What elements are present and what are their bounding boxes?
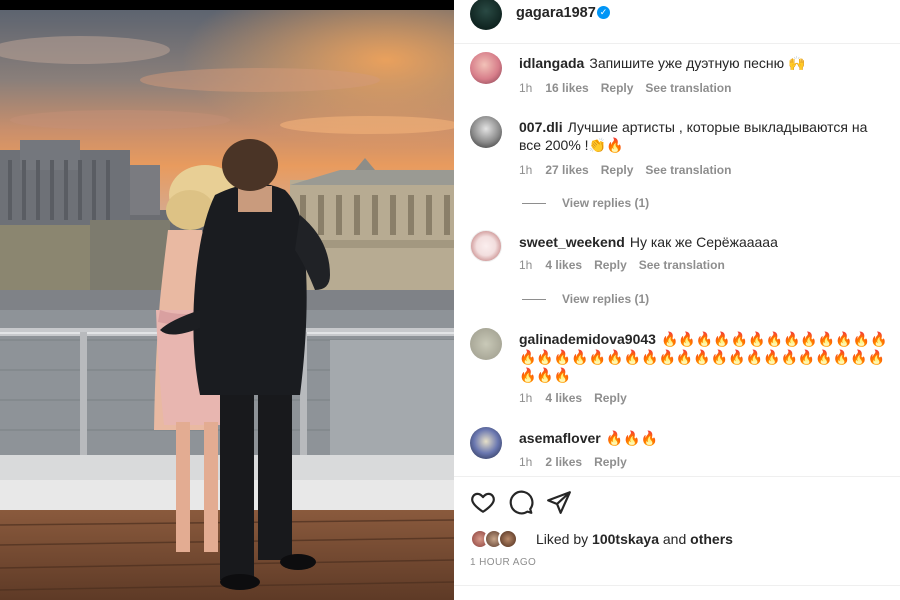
replies-divider [522,203,546,205]
author-avatar[interactable] [470,0,502,30]
see-translation-button[interactable]: See translation [645,163,731,177]
comment-time: 1h [519,258,533,272]
commenter-avatar[interactable] [470,230,502,262]
liked-by-conj: and [662,531,687,547]
commenter-username[interactable]: asemaflover [519,430,601,446]
comment-time: 1h [519,455,533,469]
post-header: gagara1987 ✓ [454,0,900,44]
comment-likes[interactable]: 2 likes [545,455,582,469]
author-username[interactable]: gagara1987 [516,5,596,21]
liked-by-user[interactable]: 100tskaya [592,531,659,547]
likes-summary: Liked by 100tskaya and others [470,529,890,551]
commenter-avatar[interactable] [470,116,502,148]
reply-button[interactable]: Reply [594,455,627,469]
divider [454,585,900,586]
comment-body: Лучшие артисты , которые выкладываются н… [519,119,868,153]
reply-button[interactable]: Reply [594,391,627,405]
photo-illustration [0,10,454,600]
heart-icon[interactable] [470,489,496,515]
comment-likes[interactable]: 4 likes [545,258,582,272]
commenter-avatar[interactable] [470,328,502,360]
comment-meta: 1h 2 likes Reply [519,455,639,469]
comment-likes[interactable]: 16 likes [545,81,588,95]
comment-meta: 1h 27 likes Reply See translation [519,163,743,177]
comment-likes[interactable]: 4 likes [545,391,582,405]
liker-avatar [498,529,518,549]
commenter-avatar[interactable] [470,52,502,84]
post-photo[interactable] [0,0,454,600]
commenter-username[interactable]: idlangada [519,55,584,71]
post-actions: Liked by 100tskaya and others 1 HOUR AGO [454,476,900,600]
comment-time: 1h [519,81,533,95]
reply-button[interactable]: Reply [594,258,627,272]
liked-by-others[interactable]: others [690,531,733,547]
comment-body: Ну как же Серёжааааа [629,234,778,250]
comment-time: 1h [519,391,533,405]
view-replies-label: View replies (1) [562,196,650,210]
liked-by-prefix: Liked by [536,531,589,547]
see-translation-button[interactable]: See translation [645,81,731,95]
commenter-username[interactable]: galinademidova9043 [519,331,656,347]
liked-by-text: Liked by 100tskaya and others [536,531,733,547]
commenter-avatar[interactable] [470,427,502,459]
reply-button[interactable]: Reply [601,81,634,95]
comment-meta: 1h 4 likes Reply See translation [519,258,737,272]
reply-button[interactable]: Reply [601,163,634,177]
comment-meta: 1h 16 likes Reply See translation [519,81,743,95]
post-timestamp[interactable]: 1 HOUR AGO [470,557,536,568]
replies-divider [522,299,546,301]
verified-badge-icon: ✓ [597,6,610,19]
comment-likes[interactable]: 27 likes [545,163,588,177]
view-replies-button[interactable]: View replies (1) [522,196,649,210]
view-replies-button[interactable]: View replies (1) [522,292,649,306]
send-icon[interactable] [546,489,572,515]
commenter-username[interactable]: 007.dli [519,119,563,135]
photo-top-bar [0,0,454,10]
comment-time: 1h [519,163,533,177]
see-translation-button[interactable]: See translation [639,258,725,272]
post-panel: gagara1987 ✓ idlangada Запишите уже дуэтн… [454,0,900,600]
comment-body: Запишите уже дуэтную песню 🙌 [589,55,806,71]
commenter-username[interactable]: sweet_weekend [519,234,625,250]
comment-body: 🔥🔥🔥 [605,430,659,446]
comment-icon[interactable] [508,489,534,515]
comment-meta: 1h 4 likes Reply [519,391,639,405]
view-replies-label: View replies (1) [562,292,650,306]
